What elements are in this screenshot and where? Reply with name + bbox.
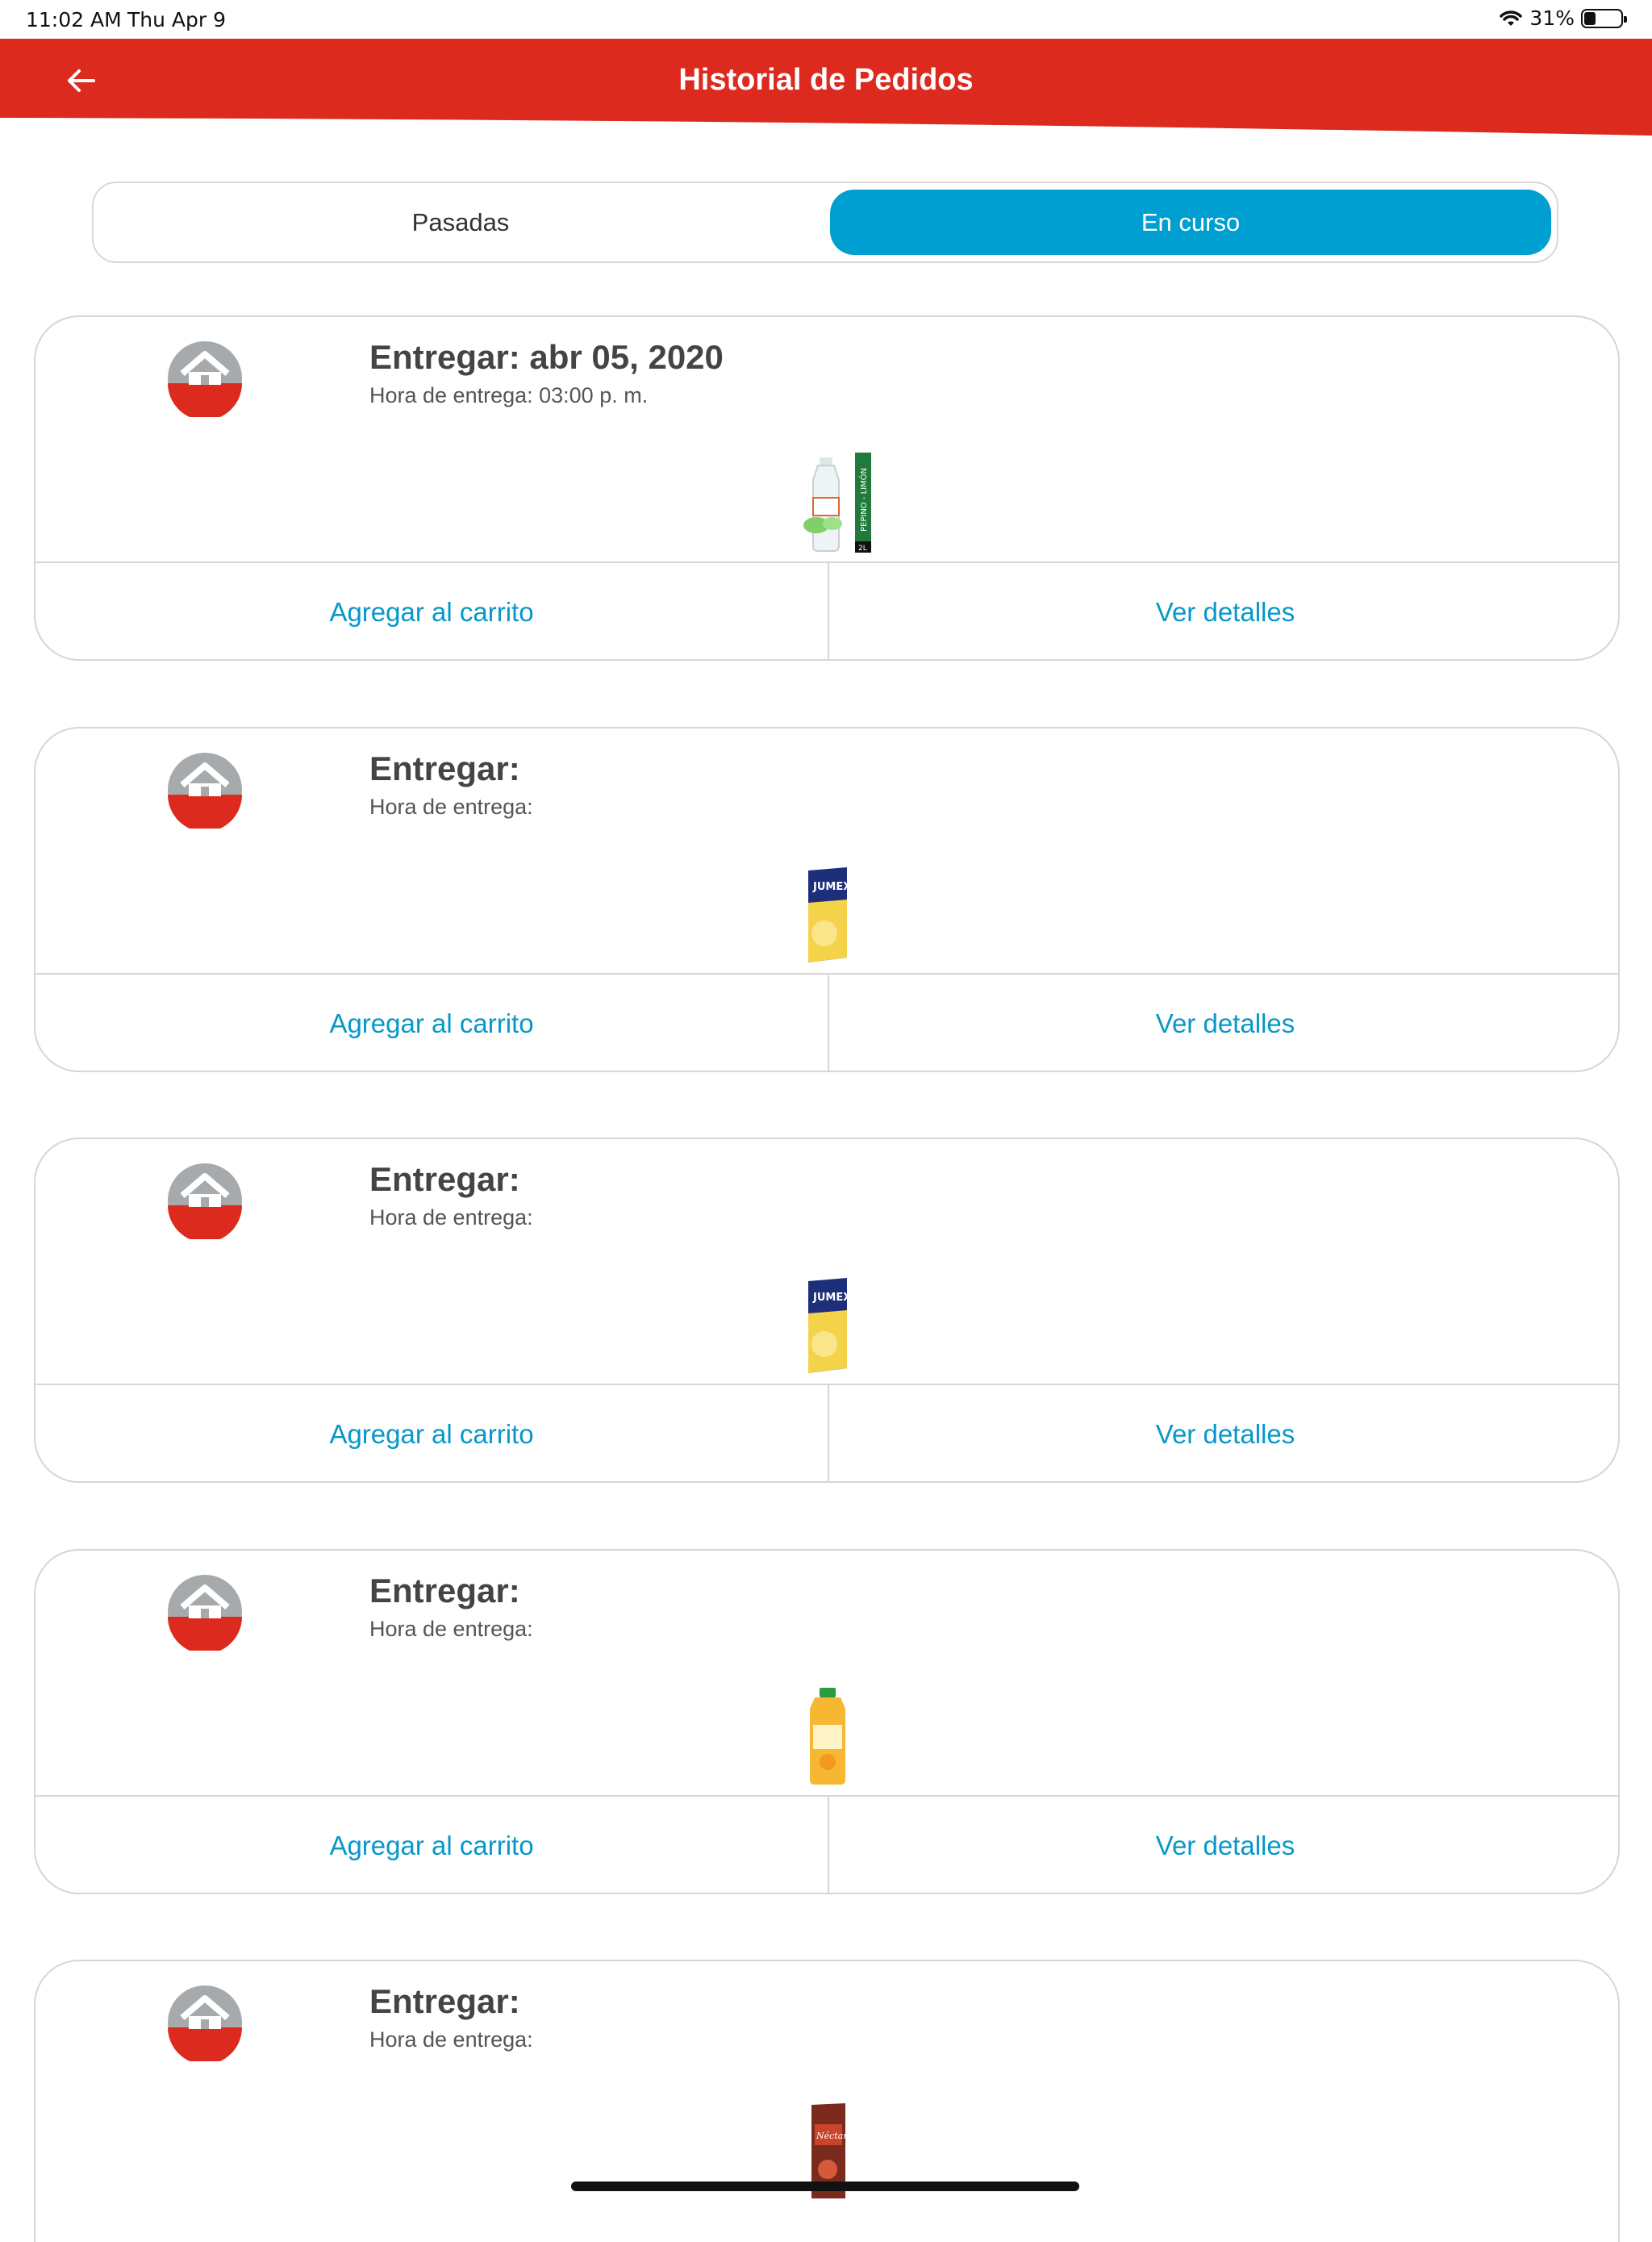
home-delivery-icon — [168, 341, 242, 417]
status-right: 31% — [1499, 6, 1627, 30]
product-brand-label: JUMEX — [812, 1292, 851, 1304]
add-to-cart-button[interactable]: Agregar al carrito — [35, 1385, 828, 1481]
view-details-button[interactable]: Ver detalles — [829, 1797, 1618, 1893]
view-details-button[interactable]: Ver detalles — [829, 1385, 1618, 1481]
battery-icon — [1581, 8, 1627, 28]
delivery-time: Hora de entrega: 03:00 p. m. — [369, 383, 649, 407]
home-delivery-icon — [168, 1575, 242, 1651]
water-bottle-thumbnail: PEPINO - LIMÓN 2L — [803, 453, 871, 553]
delivery-time: Hora de entrega: — [369, 1205, 533, 1230]
home-delivery-icon — [168, 1985, 242, 2061]
order-card: Entregar: Hora de entrega: JUMEX Agregar… — [34, 1138, 1620, 1483]
view-details-button[interactable]: Ver detalles — [829, 563, 1618, 659]
order-card: Entregar: Hora de entrega: Agregar al ca… — [34, 1549, 1620, 1894]
tab-pasadas[interactable]: Pasadas — [100, 190, 821, 255]
home-delivery-icon — [168, 1163, 242, 1239]
product-flavor-label: PEPINO - LIMÓN — [858, 468, 869, 532]
status-time: 11:02 AM — [26, 8, 122, 31]
home-delivery-icon — [168, 753, 242, 829]
juice-box-thumbnail: JUMEX — [808, 1278, 851, 1373]
home-indicator — [571, 2181, 1079, 2191]
app-header: Historial de Pedidos — [0, 39, 1652, 137]
juice-box-thumbnail: JUMEX — [808, 867, 851, 962]
product-size-label: 2L — [858, 545, 867, 553]
order-status-tabs: Pasadas En curso — [92, 182, 1558, 263]
battery-percent: 31% — [1529, 6, 1575, 30]
delivery-date: Entregar: — [369, 1160, 520, 1198]
add-to-cart-button[interactable]: Agregar al carrito — [35, 1797, 828, 1893]
wifi-icon — [1500, 10, 1523, 26]
delivery-date: Entregar: — [369, 749, 520, 787]
battery-level — [1584, 11, 1596, 25]
delivery-time: Hora de entrega: — [369, 1617, 533, 1641]
tab-en-curso[interactable]: En curso — [830, 190, 1551, 255]
add-to-cart-button[interactable]: Agregar al carrito — [35, 563, 828, 659]
delivery-time: Hora de entrega: — [369, 2027, 533, 2052]
orange-juice-bottle-thumbnail — [810, 1688, 845, 1785]
delivery-date: Entregar: — [369, 1982, 520, 2020]
delivery-time: Hora de entrega: — [369, 795, 533, 819]
add-to-cart-button[interactable]: Agregar al carrito — [35, 975, 828, 1071]
status-date: Thu Apr 9 — [127, 8, 227, 31]
order-card: Entregar: Hora de entrega: Néctar — [34, 1960, 1620, 2242]
delivery-date: Entregar: abr 05, 2020 — [369, 338, 724, 376]
page-title: Historial de Pedidos — [678, 63, 974, 97]
status-bar: 11:02 AM Thu Apr 9 31% — [0, 0, 1652, 39]
order-card: Entregar: Hora de entrega: JUMEX Agregar… — [34, 727, 1620, 1072]
view-details-button[interactable]: Ver detalles — [829, 975, 1618, 1071]
delivery-date: Entregar: — [369, 1572, 520, 1609]
product-brand-label: Néctar — [816, 2131, 848, 2141]
order-card: Entregar: abr 05, 2020 Hora de entrega: … — [34, 315, 1620, 661]
product-brand-label: JUMEX — [812, 881, 851, 893]
